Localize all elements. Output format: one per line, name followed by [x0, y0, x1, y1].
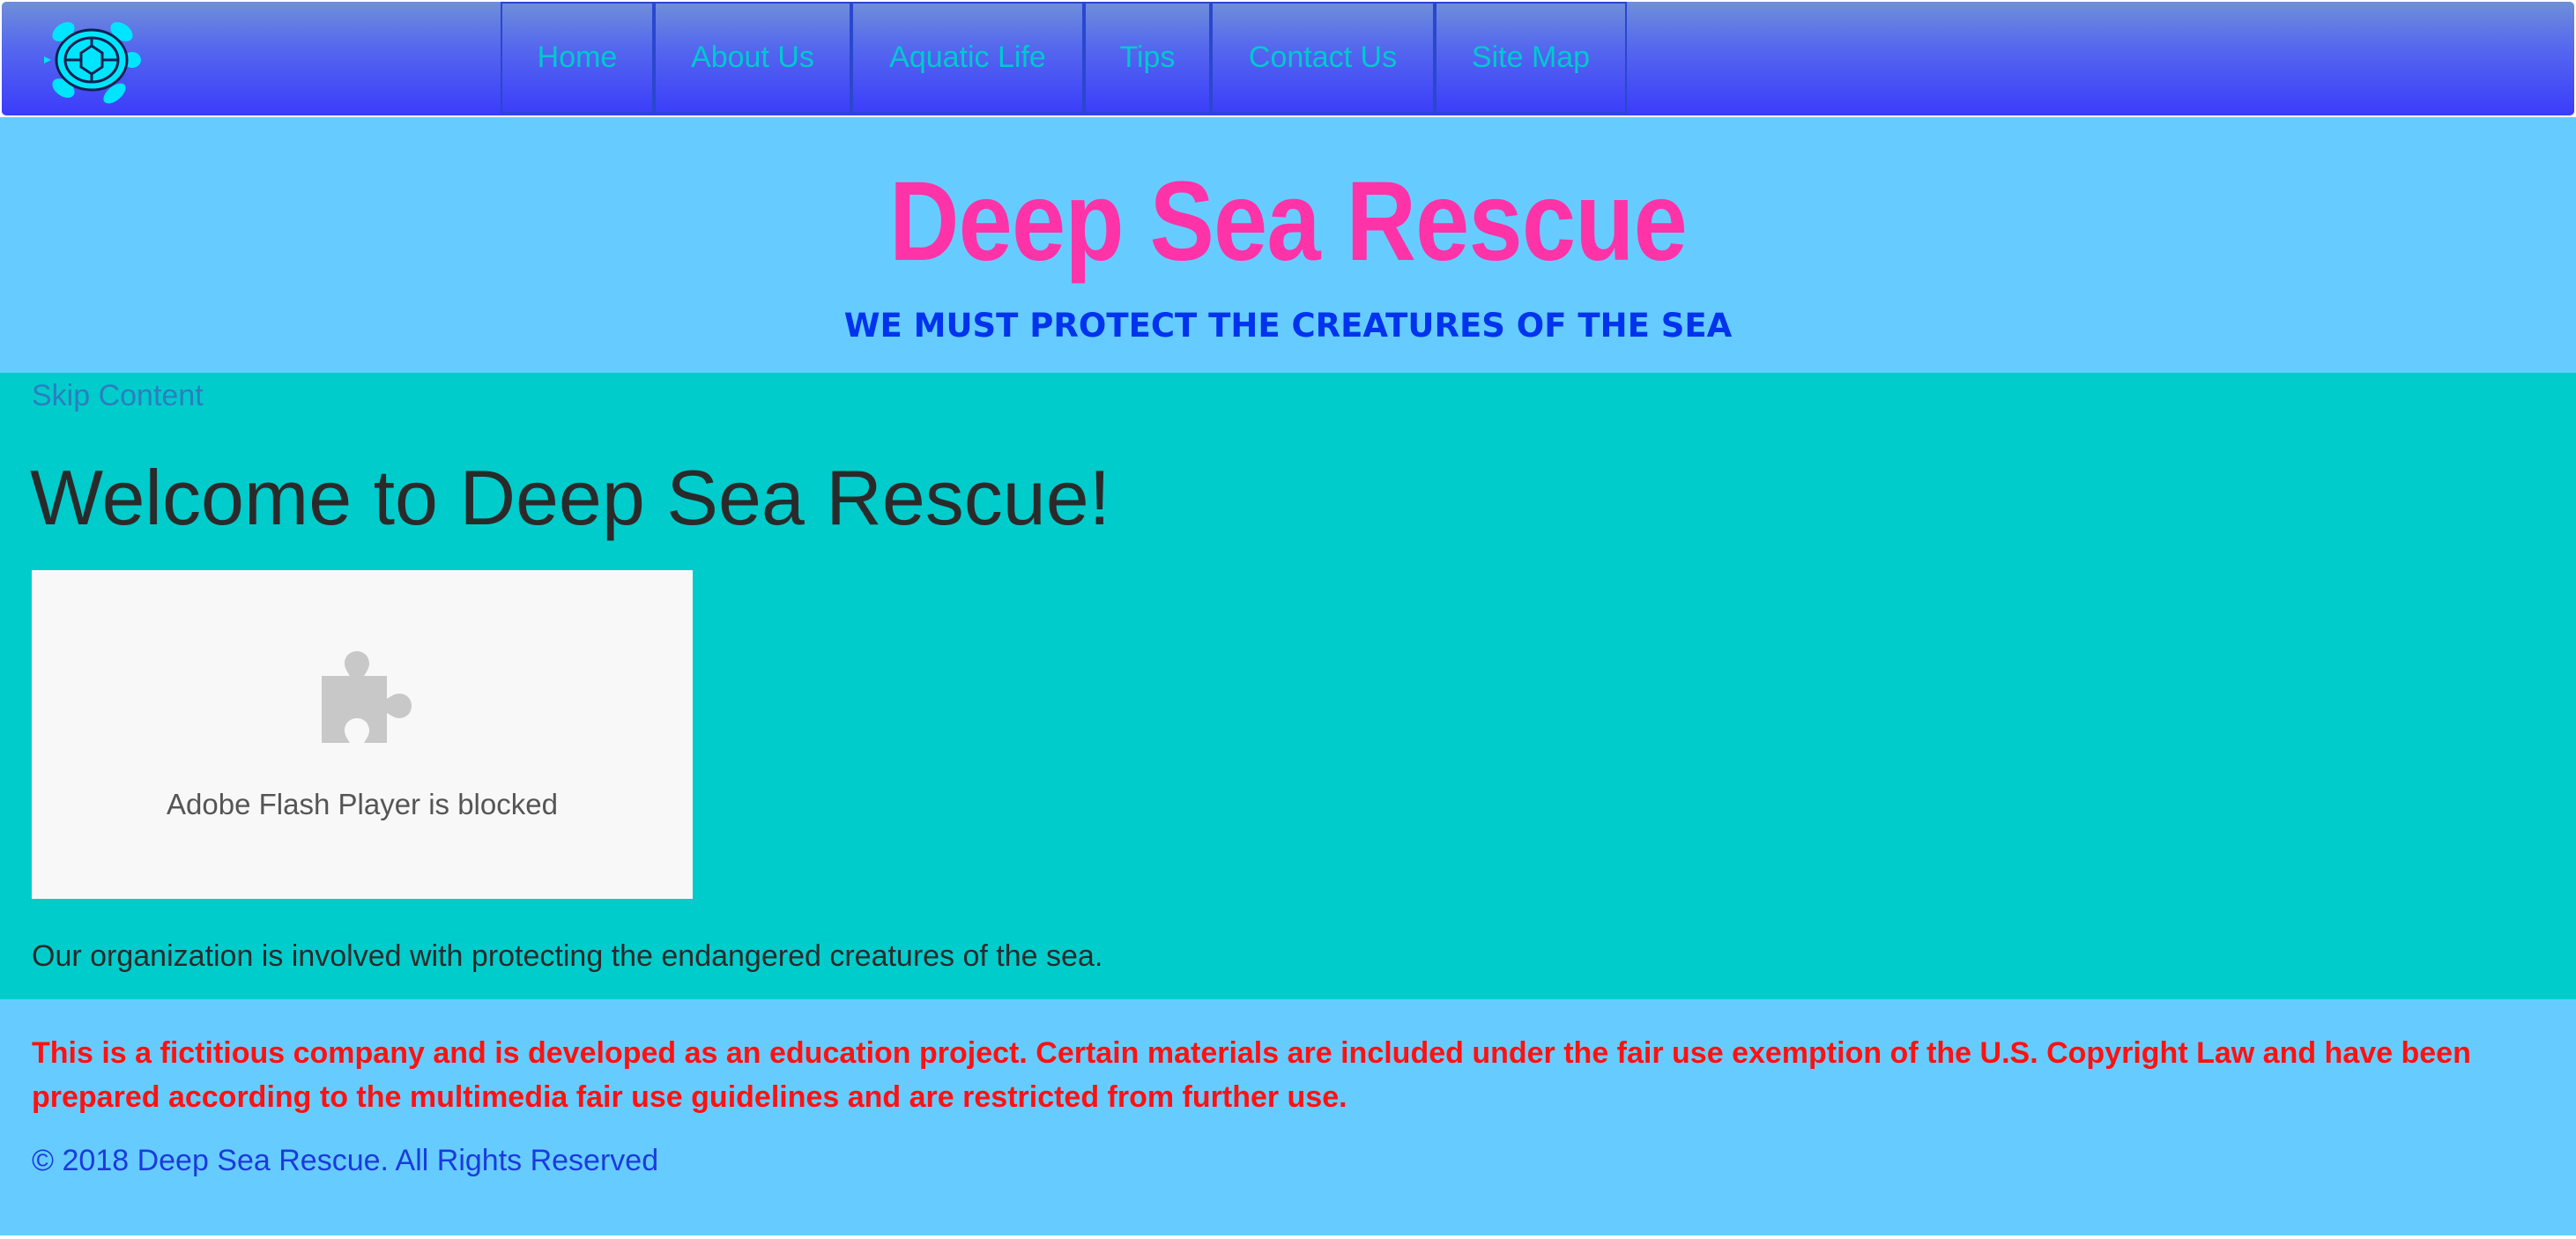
nav-item-site-map[interactable]: Site Map: [1435, 2, 1627, 114]
navbar: Home About Us Aquatic Life Tips Contact …: [2, 2, 2574, 115]
page-heading: Welcome to Deep Sea Rescue!: [30, 454, 1111, 541]
sea-turtle-icon[interactable]: [44, 14, 141, 106]
skip-content-link[interactable]: Skip Content: [32, 376, 204, 415]
disclaimer-text: This is a fictitious company and is deve…: [32, 1036, 2471, 1114]
nav-item-contact-us[interactable]: Contact Us: [1211, 2, 1435, 114]
bottom-edge: [0, 1235, 2576, 1239]
main-navigation: Home About Us Aquatic Life Tips Contact …: [501, 2, 1627, 115]
page: Home About Us Aquatic Life Tips Contact …: [0, 0, 2576, 1239]
nav-item-about-us[interactable]: About Us: [654, 2, 851, 114]
puzzle-piece-icon: [315, 651, 412, 748]
header-banner: Deep Sea Rescue WE MUST PROTECT THE CREA…: [0, 117, 2576, 373]
footer: This is a fictitious company and is deve…: [0, 999, 2576, 1239]
copyright-text: © 2018 Deep Sea Rescue. All Rights Reser…: [32, 1144, 659, 1177]
nav-item-tips[interactable]: Tips: [1084, 2, 1211, 114]
main-content: Skip Content Welcome to Deep Sea Rescue!…: [0, 373, 2576, 999]
nav-item-aquatic-life[interactable]: Aquatic Life: [851, 2, 1084, 114]
flash-plugin-placeholder[interactable]: Adobe Flash Player is blocked: [32, 570, 693, 899]
site-tagline: WE MUST PROTECT THE CREATURES OF THE SEA: [843, 307, 1733, 345]
flash-blocked-message: Adobe Flash Player is blocked: [167, 788, 558, 820]
nav-item-home[interactable]: Home: [501, 2, 654, 114]
intro-paragraph: Our organization is involved with protec…: [32, 939, 1103, 973]
site-title: Deep Sea Rescue: [889, 159, 1688, 285]
